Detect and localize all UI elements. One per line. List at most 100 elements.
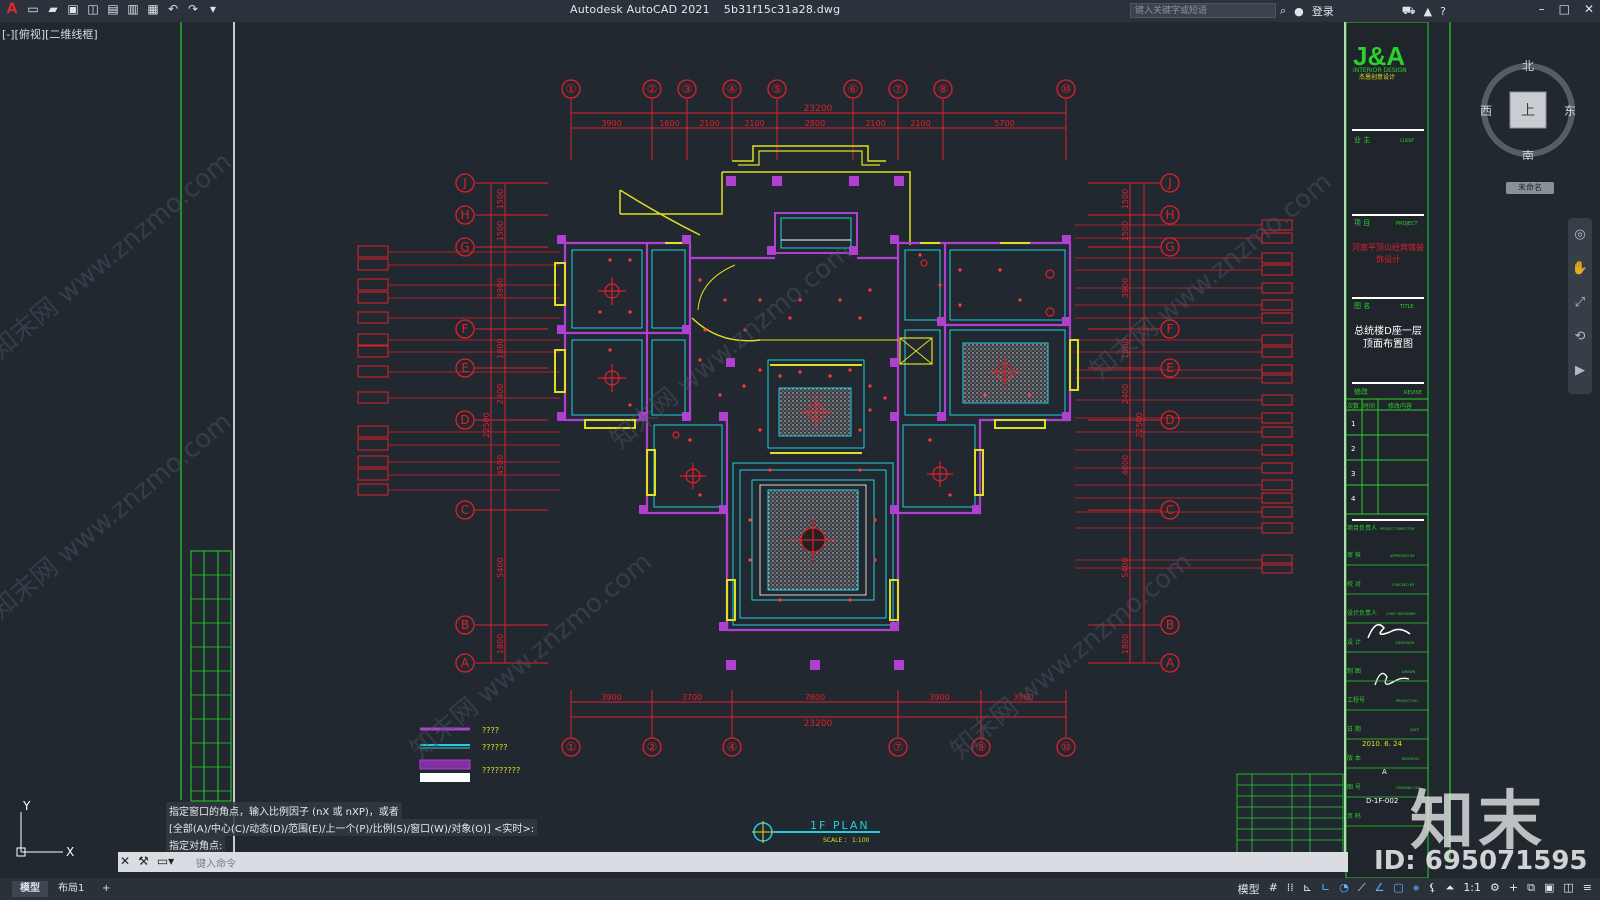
- version-label-en: REVISION: [1402, 757, 1419, 761]
- annotation-scale-icon[interactable]: ⏶: [1446, 881, 1455, 897]
- close-icon[interactable]: ✕: [1584, 2, 1594, 16]
- downlight-31: [858, 468, 862, 472]
- customize-icon[interactable]: ⚒: [138, 854, 149, 868]
- grid-bubble-bottom-4: ⑦: [893, 740, 904, 754]
- downlight-35: [873, 518, 877, 522]
- command-line[interactable]: ✕ ⚒ ▭▾ 键入命令: [118, 852, 1348, 872]
- cart-icon[interactable]: ⛟: [1402, 4, 1416, 19]
- structural-column-1: [557, 235, 566, 244]
- structural-column-20: [557, 325, 566, 334]
- drawing-no-label-cn: 图 号: [1347, 784, 1361, 791]
- date-value: 2010. 6. 24: [1362, 740, 1403, 748]
- structural-column-23: [682, 325, 691, 334]
- plan-title: 1F PLAN: [810, 819, 870, 832]
- viewcube-west[interactable]: 西: [1480, 104, 1492, 118]
- app-name: Autodesk AutoCAD 2021: [570, 3, 710, 16]
- infer-constraints-icon[interactable]: ⊾: [1303, 881, 1312, 897]
- model-space-button[interactable]: 模型: [1238, 881, 1260, 897]
- date-label-en: DATE: [1410, 728, 1419, 732]
- search-icon[interactable]: ⌕: [1280, 4, 1286, 18]
- downlight-39: [698, 493, 702, 497]
- tab-layout1[interactable]: 布局1: [50, 881, 92, 897]
- wcs-menu[interactable]: 未命名: [1506, 182, 1554, 194]
- object-snap-tracking-icon[interactable]: ∠: [1375, 881, 1385, 897]
- user-icon[interactable]: ●: [1294, 5, 1304, 18]
- grid-bubble-right-G: G: [1165, 240, 1174, 254]
- scale-label[interactable]: 1:1: [1463, 881, 1481, 897]
- help-search-input[interactable]: 键入关键字或短语: [1130, 3, 1276, 18]
- snap-icon[interactable]: ⁞⁞: [1287, 881, 1294, 897]
- top-dimension-5: 2800: [805, 119, 825, 128]
- downlight-21: [998, 268, 1002, 272]
- customize-dropdown-icon[interactable]: ▾: [206, 2, 220, 16]
- minimize-icon[interactable]: –: [1539, 2, 1545, 16]
- a360-icon[interactable]: ▲: [1424, 5, 1432, 18]
- polar-tracking-icon[interactable]: ◔: [1339, 881, 1349, 897]
- downlight-36: [748, 558, 752, 562]
- workspace-gear-icon[interactable]: ⚙: [1490, 881, 1500, 897]
- structural-column-22: [937, 317, 946, 326]
- showmotion-icon[interactable]: ▶: [1568, 354, 1592, 388]
- downlight-49: [883, 396, 887, 400]
- recent-commands-icon[interactable]: ▭▾: [157, 854, 174, 868]
- structural-column-17: [972, 505, 981, 514]
- undo-icon[interactable]: ↶: [166, 2, 180, 16]
- structural-column-12: [937, 412, 946, 421]
- open-folder-icon[interactable]: ▰: [46, 2, 60, 16]
- structural-column-7: [557, 412, 566, 421]
- project-label-en: PROJECT: [1396, 221, 1419, 227]
- redo-icon[interactable]: ↷: [186, 2, 200, 16]
- ortho-icon[interactable]: ∟: [1321, 881, 1330, 897]
- designer-label-cn: 设 计: [1347, 638, 1361, 646]
- units-icon[interactable]: ⧉: [1527, 881, 1535, 897]
- save-icon[interactable]: ▣: [66, 2, 80, 16]
- grid-icon[interactable]: #: [1269, 881, 1278, 897]
- drawing-title: 总统楼D座一层顶面布置图: [1354, 326, 1422, 350]
- publish-icon[interactable]: ▥: [126, 2, 140, 16]
- auto-scale-icon[interactable]: ⚸: [1428, 881, 1436, 897]
- revise-label-cn: 修改: [1354, 387, 1368, 396]
- viewport-controls[interactable]: [-][俯视][二维线框]: [2, 26, 98, 42]
- viewcube-face[interactable]: 上: [1521, 103, 1535, 119]
- maximize-icon[interactable]: □: [1559, 2, 1570, 16]
- zoom-extents-icon[interactable]: ⤢: [1568, 286, 1592, 320]
- viewcube-east[interactable]: 东: [1564, 104, 1576, 118]
- command-input[interactable]: 键入命令: [196, 855, 236, 870]
- grid-bubble-right-B: B: [1166, 618, 1174, 632]
- viewcube-south[interactable]: 南: [1522, 148, 1534, 163]
- full-navigation-wheel-icon[interactable]: ◎: [1568, 218, 1592, 252]
- help-icon[interactable]: ?: [1440, 5, 1446, 18]
- structural-column-21: [1062, 317, 1071, 326]
- designer-label-en: DESIGNER: [1396, 641, 1415, 645]
- quick-properties-icon[interactable]: ▣: [1544, 881, 1554, 897]
- orbit-icon[interactable]: ⟲: [1568, 320, 1592, 354]
- bottom-dimension-2: 3700: [682, 693, 702, 702]
- page-label-cn: 页 码: [1347, 812, 1361, 820]
- plot-icon[interactable]: ▤: [106, 2, 120, 16]
- add-layout-button[interactable]: +: [94, 881, 118, 897]
- print-icon[interactable]: ▦: [146, 2, 160, 16]
- top-dimension-6: 2100: [865, 119, 885, 128]
- new-file-icon[interactable]: ▭: [26, 2, 40, 16]
- drawing-canvas[interactable]: ① ② ③ ④ ⑤ ⑥ ⑦ ⑧ ⑩① ② ④ ⑦ ⑨ ⑩J JH HG GF FE ED DC CB BA A 232003…: [0, 22, 1600, 878]
- grid-bubble-right-J: J: [1167, 176, 1172, 190]
- login-button[interactable]: 登录: [1312, 3, 1334, 19]
- autocad-app-icon[interactable]: A: [4, 2, 20, 16]
- structural-column-11: [890, 412, 899, 421]
- close-command-line-icon[interactable]: ✕: [120, 854, 130, 868]
- left-dimension-1: 1500: [496, 189, 505, 209]
- annotation-visibility-icon[interactable]: ⚹: [1413, 881, 1420, 897]
- viewcube[interactable]: 上 北 南 东 西: [1478, 59, 1578, 163]
- annotation-monitor-icon[interactable]: +: [1509, 881, 1518, 897]
- navigation-bar[interactable]: ◎ ✋ ⤢ ⟲ ▶: [1568, 218, 1592, 394]
- isometric-icon[interactable]: ⟋: [1358, 881, 1366, 897]
- viewcube-north[interactable]: 北: [1522, 59, 1534, 73]
- save-as-icon[interactable]: ◫: [86, 2, 100, 16]
- customization-menu-icon[interactable]: ≡: [1583, 881, 1592, 897]
- tab-model[interactable]: 模型: [12, 881, 48, 897]
- downlight-43: [938, 283, 942, 287]
- pan-icon[interactable]: ✋: [1568, 252, 1592, 286]
- isolate-objects-icon[interactable]: ◫: [1563, 881, 1573, 897]
- object-snap-icon[interactable]: ▢: [1393, 881, 1403, 897]
- grid-bubble-left-D: D: [460, 413, 469, 427]
